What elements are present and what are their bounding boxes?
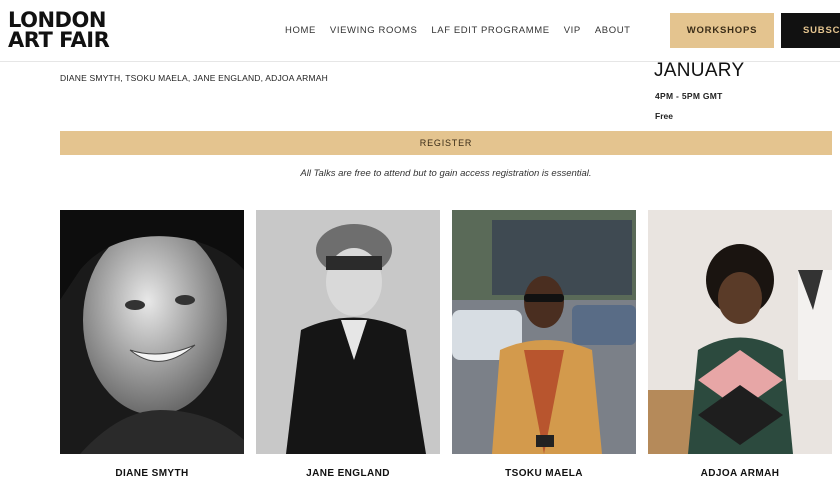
speaker-name: JANE ENGLAND [306,468,390,479]
logo-line-2: ART FAIR [8,28,110,52]
subscribe-button[interactable]: SUBSCR [781,13,840,48]
speaker-card-jane-england[interactable]: JANE ENGLAND [256,210,440,479]
speaker-card-tsoku-maela[interactable]: TSOKU MAELA [452,210,636,479]
speaker-name: ADJOA ARMAH [700,468,780,479]
site-header: LONDON ART FAIR HOME VIEWING ROOMS LAF E… [0,0,840,62]
workshops-button[interactable]: WORKSHOPS [670,13,774,48]
register-button[interactable]: REGISTER [60,131,832,155]
speaker-photo [648,210,832,454]
speaker-name: DIANE SMYTH [115,468,189,479]
speaker-name: TSOKU MAELA [505,468,583,479]
site-logo[interactable]: LONDON ART FAIR [8,8,110,52]
nav-home[interactable]: HOME [285,25,316,36]
nav-viewing-rooms[interactable]: VIEWING ROOMS [330,25,418,36]
speaker-card-adjoa-armah[interactable]: ADJOA ARMAH [648,210,832,479]
registration-note: All Talks are free to attend but to gain… [300,168,592,179]
speaker-photo [60,210,244,454]
nav-vip[interactable]: VIP [564,25,581,36]
nav-about[interactable]: ABOUT [595,25,631,36]
speaker-card-diane-smyth[interactable]: DIANE SMYTH [60,210,244,479]
speaker-photo [452,210,636,454]
main-nav: HOME VIEWING ROOMS LAF EDIT PROGRAMME VI… [285,25,645,36]
event-month: JANUARY [654,60,745,81]
logo-line-1: LONDON [8,8,106,32]
speaker-photo [256,210,440,454]
event-price: Free [655,111,673,121]
event-speakers: DIANE SMYTH, TSOKU MAELA, JANE ENGLAND, … [60,73,328,83]
event-time: 4PM - 5PM GMT [655,91,723,101]
nav-laf-edit-programme[interactable]: LAF EDIT PROGRAMME [431,25,549,36]
